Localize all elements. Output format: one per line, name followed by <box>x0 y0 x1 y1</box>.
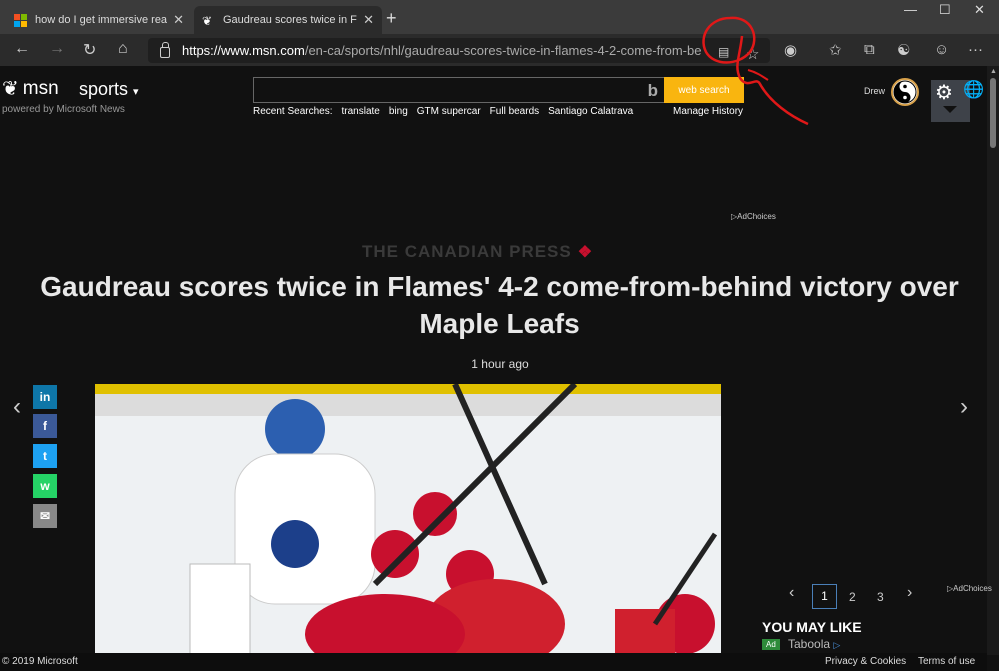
terms-link[interactable]: Terms of use <box>918 656 975 667</box>
share-twitter-button[interactable]: t <box>33 444 57 468</box>
close-window-icon[interactable]: ✕ <box>974 2 985 18</box>
pager-page-2[interactable]: 2 <box>849 590 856 604</box>
article-time: 1 hour ago <box>471 357 529 371</box>
yin-yang-icon <box>893 80 917 104</box>
new-tab-button[interactable]: + <box>386 8 397 29</box>
close-icon[interactable]: ✕ <box>173 12 184 28</box>
profile-icon[interactable]: ☯ <box>897 41 910 59</box>
bing-icon: b <box>647 81 658 100</box>
maximize-icon[interactable]: ☐ <box>939 2 951 18</box>
tab-label: how do I get immersive reader to <box>35 14 168 26</box>
avatar[interactable] <box>891 78 919 106</box>
article-headline: Gaudreau scores twice in Flames' 4-2 com… <box>40 271 959 339</box>
url-path: /en-ca/sports/nhl/gaudreau-scores-twice-… <box>304 43 702 58</box>
recent-search-item[interactable]: Full beards <box>490 106 539 117</box>
tab-strip: how do I get immersive reader to ✕ ❦ Gau… <box>0 0 999 34</box>
url-text[interactable]: https://www.msn.com/en-ca/sports/nhl/gau… <box>182 43 702 58</box>
scrollbar-thumb[interactable] <box>990 78 996 148</box>
adchoices-link[interactable]: ▷AdChoices <box>731 212 776 221</box>
copyright: © 2019 Microsoft <box>2 656 78 667</box>
privacy-link[interactable]: Privacy & Cookies <box>825 656 906 667</box>
footer: © 2019 Microsoft Privacy & Cookies Terms… <box>0 653 987 671</box>
you-may-like-heading: YOU MAY LIKE <box>762 619 862 635</box>
microsoft-icon <box>14 13 27 27</box>
source-name: THE CANADIAN PRESS <box>362 242 572 261</box>
adchoices-icon: ▷ <box>833 640 841 650</box>
hockey-celebration-image <box>95 384 721 655</box>
caret-down-icon <box>943 106 957 113</box>
scrollbar[interactable]: ▲ <box>987 66 999 655</box>
msn-butterfly-icon: ❦ <box>202 13 213 28</box>
recent-searches: Recent Searches: translate bing GTM supe… <box>253 106 633 117</box>
msn-logo-text: msn <box>22 77 59 99</box>
pager-page-3[interactable]: 3 <box>877 590 884 604</box>
lock-icon <box>160 42 170 58</box>
share-linkedin-button[interactable]: in <box>33 385 57 409</box>
section-menu[interactable]: sports ▾ <box>79 79 139 100</box>
search-input[interactable]: b <box>253 77 665 103</box>
maple-leaf-flag-icon: ❖ <box>577 244 594 261</box>
minimize-icon[interactable]: — <box>904 2 917 17</box>
globe-icon[interactable]: 🌐 <box>963 80 984 100</box>
browser-window: how do I get immersive reader to ✕ ❦ Gau… <box>0 0 999 671</box>
tab-gaudreau[interactable]: ❦ Gaudreau scores twice in Flames ✕ <box>194 6 382 34</box>
share-whatsapp-button[interactable]: w <box>33 474 57 498</box>
section-label: sports <box>79 79 129 99</box>
recent-search-item[interactable]: translate <box>342 106 380 117</box>
pager-next-icon[interactable]: › <box>907 584 912 602</box>
powered-by: powered by Microsoft News <box>2 104 125 115</box>
pager-prev-icon[interactable]: ‹ <box>789 584 794 602</box>
article-photo[interactable] <box>95 384 721 655</box>
url-host: www.msn.com <box>221 43 305 58</box>
scroll-up-icon[interactable]: ▲ <box>990 68 997 75</box>
back-icon[interactable]: ← <box>14 40 30 58</box>
home-icon[interactable]: ⌂ <box>118 40 128 58</box>
collections-icon[interactable]: ⧉ <box>864 41 875 58</box>
next-arrow-icon[interactable]: › <box>960 393 968 421</box>
feedback-icon[interactable]: ☺ <box>934 41 949 58</box>
refresh-icon[interactable]: ↻ <box>83 40 96 60</box>
user-name[interactable]: Drew <box>864 86 885 96</box>
chevron-down-icon: ▾ <box>133 86 139 98</box>
tab-immersive-reader[interactable]: how do I get immersive reader to ✕ <box>6 6 192 34</box>
taboola-label: Taboola <box>788 637 831 651</box>
prev-arrow-icon[interactable]: ‹ <box>13 393 21 421</box>
msn-logo[interactable]: ❦ msn <box>2 76 59 101</box>
share-email-button[interactable]: ✉ <box>33 504 57 528</box>
adchoices-label: AdChoices <box>737 212 776 221</box>
red-annotation-scribble <box>702 16 809 126</box>
recent-searches-label: Recent Searches: <box>253 106 333 117</box>
share-facebook-button[interactable]: f <box>33 414 57 438</box>
forward-icon[interactable]: → <box>49 40 65 58</box>
adchoices-link[interactable]: ▷AdChoices <box>947 584 992 593</box>
address-bar-row: ← → ↻ ⌂ https://www.msn.com/en-ca/sports… <box>0 34 999 66</box>
taboola-link[interactable]: Taboola ▷ <box>788 637 840 651</box>
more-icon[interactable]: ··· <box>968 41 983 58</box>
recent-search-item[interactable]: GTM supercar <box>417 106 481 117</box>
pager-page-1[interactable]: 1 <box>812 584 837 609</box>
close-icon[interactable]: ✕ <box>363 12 374 28</box>
recent-search-item[interactable]: Santiago Calatrava <box>548 106 633 117</box>
butterfly-icon: ❦ <box>2 78 19 100</box>
adchoices-label: AdChoices <box>953 584 992 593</box>
favorites-icon[interactable]: ✩ <box>829 41 842 59</box>
ad-badge: Ad <box>762 639 780 650</box>
address-bar[interactable]: https://www.msn.com/en-ca/sports/nhl/gau… <box>148 38 770 63</box>
url-scheme: https:// <box>182 43 222 58</box>
gear-icon[interactable]: ⚙ <box>935 80 953 105</box>
recent-search-item[interactable]: bing <box>389 106 408 117</box>
tab-label: Gaudreau scores twice in Flames <box>223 14 357 26</box>
source-logo[interactable]: THE CANADIAN PRESS ❖ <box>362 242 593 262</box>
